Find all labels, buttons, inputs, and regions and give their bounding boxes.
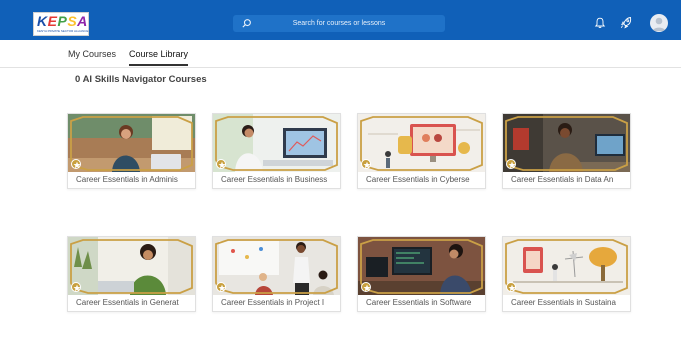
course-thumbnail [68,237,195,295]
course-thumbnail [358,114,485,172]
course-card[interactable]: Career Essentials in Cyberse [357,113,486,189]
course-card[interactable]: Career Essentials in Software [357,236,486,312]
kepsa-logo[interactable]: KEPSA KENYA PRIVATE SECTOR ALLIANCE [33,12,89,36]
star-icon [216,282,226,292]
rocket-icon[interactable] [620,16,632,29]
search-placeholder: Search for courses or lessons [292,20,386,27]
top-bar: KEPSA KENYA PRIVATE SECTOR ALLIANCE Sear… [0,0,681,40]
logo-subtitle: KENYA PRIVATE SECTOR ALLIANCE [37,29,89,33]
course-card[interactable]: Career Essentials in Data An [502,113,631,189]
course-title: Career Essentials in Adminis [76,175,178,184]
course-title: Career Essentials in Cyberse [366,175,470,184]
bell-icon[interactable] [594,17,606,29]
tab-course-library[interactable]: Course Library [129,48,189,66]
course-title: Career Essentials in Generat [76,298,179,307]
tab-my-courses[interactable]: My Courses [68,48,116,60]
course-card[interactable]: Career Essentials in Project I [212,236,341,312]
course-title: Career Essentials in Data An [511,175,614,184]
course-thumbnail [213,237,340,295]
course-card[interactable]: Career Essentials in Sustaina [502,236,631,312]
course-card[interactable]: Career Essentials in Adminis [67,113,196,189]
course-card[interactable]: Career Essentials in Business [212,113,341,189]
course-thumbnail [503,237,630,295]
course-tabs: My Courses Course Library [0,40,681,68]
avatar[interactable] [650,14,668,32]
course-title: Career Essentials in Project I [221,298,325,307]
course-thumbnail [358,237,485,295]
logo-text: KEPSA [37,13,88,29]
course-title: Career Essentials in Business [221,175,328,184]
star-icon [506,282,516,292]
star-icon [506,159,516,169]
course-thumbnail [68,114,195,172]
course-title: Career Essentials in Software [366,298,472,307]
course-thumbnail [503,114,630,172]
star-icon [71,159,81,169]
course-card[interactable]: Career Essentials in Generat [67,236,196,312]
section-heading: 0 AI Skills Navigator Courses [75,74,207,85]
user-icon [652,17,666,31]
course-thumbnail [213,114,340,172]
search-input[interactable]: Search for courses or lessons [233,15,445,32]
star-icon [361,159,371,169]
star-icon [216,159,226,169]
star-icon [361,282,371,292]
course-title: Career Essentials in Sustaina [511,298,616,307]
star-icon [71,282,81,292]
